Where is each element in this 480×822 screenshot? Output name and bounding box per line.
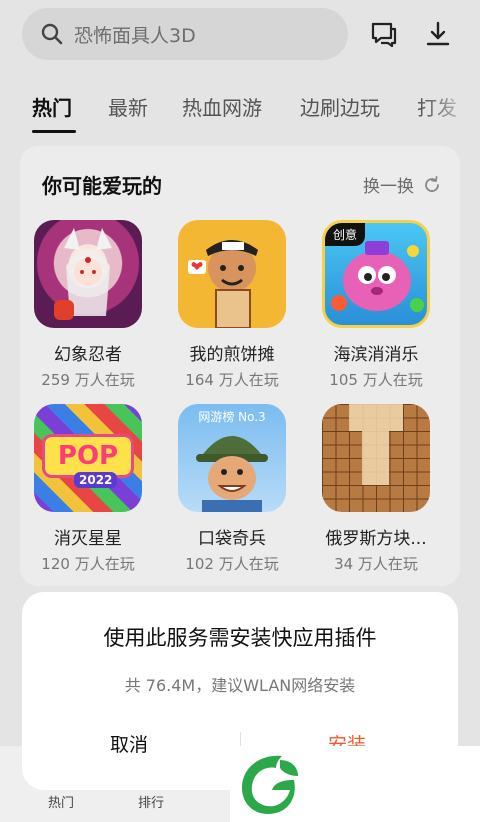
search-bar[interactable]: 恐怖面具人3D <box>22 8 348 60</box>
pop-logo-year: 2022 <box>74 472 118 488</box>
game-icon-ninja <box>34 220 142 328</box>
game-name: 海滨消消乐 <box>333 345 419 365</box>
game-players: 34 万人在玩 <box>334 555 418 573</box>
game-name: 幻象忍者 <box>54 345 122 365</box>
leaf-logo-icon <box>232 748 304 820</box>
recommend-card: 你可能爱玩的 换一换 幻象忍者 259 万人在玩 我的煎饼摊 164 万人在玩 … <box>20 146 460 586</box>
card-title: 你可能爱玩的 <box>42 174 162 198</box>
game-item[interactable]: 幻象忍者 259 万人在玩 <box>28 220 148 390</box>
game-players: 120 万人在玩 <box>41 555 135 573</box>
game-item[interactable]: 网游榜 No.3 口袋奇兵 102 万人在玩 <box>172 404 292 574</box>
game-icon-pocket-army: 网游榜 No.3 <box>178 404 286 512</box>
download-icon[interactable] <box>422 18 454 50</box>
game-name: 我的煎饼摊 <box>189 345 275 365</box>
game-item[interactable]: 创意 海滨消消乐 105 万人在玩 <box>316 220 436 390</box>
game-name: 消灭星星 <box>54 529 122 549</box>
pop-logo-text: POP <box>57 441 119 471</box>
search-icon <box>41 23 63 45</box>
dialog-title: 使用此服务需安装快应用插件 <box>103 626 377 650</box>
game-icon-pop-star: POP 2022 <box>34 404 142 512</box>
tab-hot[interactable]: 热门 <box>32 92 72 121</box>
game-name: 俄罗斯方块... <box>325 529 427 549</box>
game-item[interactable]: 我的煎饼摊 164 万人在玩 <box>172 220 292 390</box>
tab-casual[interactable]: 边刷边玩 <box>300 92 380 121</box>
game-players: 164 万人在玩 <box>185 371 279 389</box>
game-icon-seaside: 创意 <box>322 220 430 328</box>
nav-item-hot[interactable]: 热门 <box>48 792 74 811</box>
game-players: 259 万人在玩 <box>41 371 135 389</box>
dialog-subtitle: 共 76.4M，建议WLAN网络安装 <box>124 676 356 695</box>
refresh-button[interactable]: 换一换 <box>363 172 442 197</box>
game-icon-tetris <box>322 404 430 512</box>
tab-fade <box>420 86 480 136</box>
cancel-button[interactable]: 取消 <box>110 730 148 757</box>
category-tabs: 热门 最新 热血网游 边刷边玩 打发 <box>0 86 480 136</box>
creative-badge: 创意 <box>325 223 366 246</box>
game-item[interactable]: POP 2022 消灭星星 120 万人在玩 <box>28 404 148 574</box>
nav-item-rank[interactable]: 排行 <box>138 792 164 811</box>
game-players: 105 万人在玩 <box>329 371 423 389</box>
message-icon[interactable] <box>368 18 400 50</box>
rank-badge: 网游榜 No.3 <box>198 410 266 424</box>
game-item[interactable]: 俄罗斯方块... 34 万人在玩 <box>316 404 436 574</box>
refresh-icon <box>425 175 439 192</box>
top-bar: 恐怖面具人3D <box>0 0 480 70</box>
game-name: 口袋奇兵 <box>198 529 266 549</box>
search-input[interactable]: 恐怖面具人3D <box>74 21 196 48</box>
tab-hot-blood[interactable]: 热血网游 <box>182 92 262 121</box>
refresh-label: 换一换 <box>363 177 414 197</box>
game-icon-pancake <box>178 220 286 328</box>
tab-latest[interactable]: 最新 <box>108 92 148 121</box>
tab-underline <box>32 130 76 133</box>
game-players: 102 万人在玩 <box>185 555 279 573</box>
